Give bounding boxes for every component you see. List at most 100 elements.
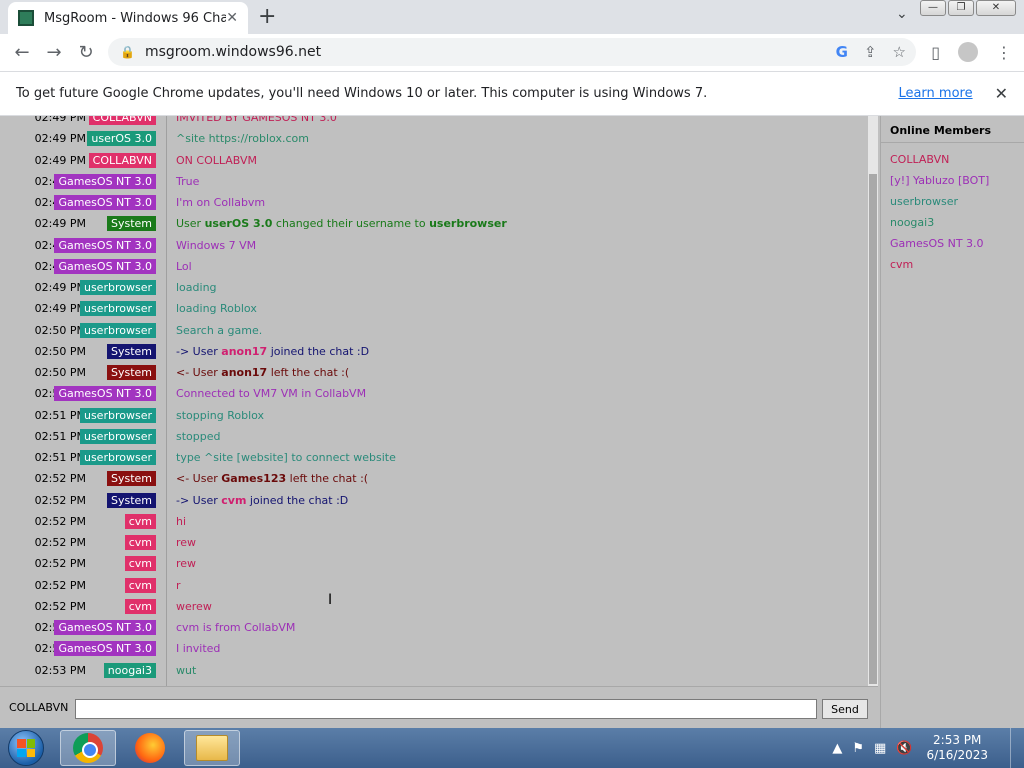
- chat-message-row: 02:49 PMGamesOS NT 3.0I'm on Collabvm: [0, 192, 868, 213]
- back-arrow-icon[interactable]: ←: [6, 42, 38, 63]
- username-badge[interactable]: GamesOS NT 3.0: [54, 195, 156, 210]
- start-button[interactable]: [8, 730, 44, 766]
- username-badge[interactable]: GamesOS NT 3.0: [54, 237, 156, 253]
- menu-kebab-icon[interactable]: ⋮: [996, 43, 1012, 62]
- message-text: Connected to VM7 VM in CollabVM: [176, 387, 367, 401]
- username-badge[interactable]: userbrowser: [79, 407, 156, 423]
- message-time: 02:51 PM: [34, 429, 86, 443]
- network-icon[interactable]: ▦: [874, 741, 886, 756]
- show-hidden-icons-icon[interactable]: ▲: [832, 741, 842, 756]
- share-icon[interactable]: ⇪: [864, 43, 877, 61]
- chat-message-row: 02:50 PM userbrowser Search a game.: [0, 320, 868, 341]
- username-badge[interactable]: GamesOS NT 3.0: [54, 386, 156, 402]
- chat-message-row: 02:49 PM COLLABVN IMVITED BY GAMESOS NT 3.…: [0, 116, 868, 128]
- username-badge[interactable]: userbrowser: [79, 322, 156, 338]
- show-desktop-button[interactable]: [1010, 728, 1024, 768]
- tab-close-icon[interactable]: ✕: [226, 10, 238, 26]
- infobar-close-icon[interactable]: ✕: [995, 84, 1008, 103]
- username-badge[interactable]: System: [106, 343, 156, 359]
- username-badge[interactable]: COLLABVN: [88, 152, 156, 168]
- username-badge[interactable]: cvm: [124, 556, 156, 572]
- message-time: 02:51 PM: [34, 451, 86, 464]
- clock-date: 6/16/2023: [926, 748, 988, 762]
- infobar-message: To get future Google Chrome updates, you…: [16, 86, 708, 101]
- send-button[interactable]: Send: [822, 699, 868, 719]
- system-tray: ▲ ⚑ ▦ 🔇 2:53 PM 6/16/2023: [832, 728, 1024, 768]
- chat-message-row: 02:52 PM cvm r: [0, 575, 868, 596]
- message-text: IMVITED BY GAMESOS NT 3.0: [176, 116, 337, 124]
- taskbar-explorer-button[interactable]: [184, 730, 240, 766]
- username-badge[interactable]: System: [106, 216, 156, 232]
- tab-search-chevron-icon[interactable]: ⌄: [896, 6, 908, 22]
- scrollbar-thumb[interactable]: [869, 174, 877, 684]
- message-time: 02:49 PM: [34, 217, 86, 231]
- forward-arrow-icon[interactable]: →: [38, 42, 70, 63]
- message-text: <- User anon17 left the chat :(: [176, 366, 349, 379]
- text-cursor-icon: I: [328, 592, 333, 608]
- chat-scrollbar[interactable]: [868, 116, 878, 686]
- window-close-icon[interactable]: ✕: [976, 0, 1016, 16]
- message-text: -> User cvm joined the chat :D: [176, 494, 348, 507]
- username-badge[interactable]: cvm: [124, 598, 156, 614]
- restore-icon[interactable]: ❐: [948, 0, 974, 16]
- message-text: loading Roblox: [176, 302, 257, 316]
- username-badge[interactable]: GamesOS NT 3.0: [54, 258, 156, 274]
- taskbar-firefox-button[interactable]: [122, 730, 178, 766]
- username-badge[interactable]: cvm: [124, 513, 156, 529]
- username-badge[interactable]: userbrowser: [79, 301, 156, 317]
- reload-icon[interactable]: ↻: [70, 42, 102, 63]
- msgroom-page: 02:49 PM COLLABVN IMVITED BY GAMESOS NT 3.…: [0, 116, 1024, 728]
- username-badge[interactable]: GamesOS NT 3.0: [54, 641, 156, 657]
- member-item[interactable]: noogai3: [890, 216, 934, 229]
- username-badge[interactable]: System: [106, 365, 156, 380]
- username-badge[interactable]: GamesOS NT 3.0: [54, 173, 156, 189]
- address-bar[interactable]: 🔒 msgroom.windows96.net G ⇪ ☆: [108, 38, 916, 66]
- current-username[interactable]: COLLABVN: [9, 701, 68, 714]
- chat-message-row: 02:49 PMGamesOS NT 3.0Windows 7 VM: [0, 235, 868, 256]
- windows-taskbar: ▲ ⚑ ▦ 🔇 2:53 PM 6/16/2023: [0, 728, 1024, 768]
- member-item[interactable]: COLLABVN: [890, 153, 949, 166]
- member-item[interactable]: userbrowser: [890, 195, 958, 208]
- new-tab-icon[interactable]: +: [258, 4, 276, 29]
- member-item[interactable]: GamesOS NT 3.0: [890, 237, 984, 250]
- chat-message-row: 02:52 PM cvm werew: [0, 596, 868, 617]
- browser-tab[interactable]: MsgRoom - Windows 96 Chat ✕: [8, 2, 248, 34]
- message-text-part: -> User: [176, 344, 222, 358]
- username-badge[interactable]: userbrowser: [79, 428, 156, 444]
- side-panel-icon[interactable]: ▯: [931, 43, 940, 62]
- chat-message-row: 02:51 PMGamesOS NT 3.0Connected to VM7 V…: [0, 383, 868, 404]
- volume-muted-icon[interactable]: 🔇: [896, 741, 912, 756]
- member-item[interactable]: [y!] Yabluzo [BOT]: [890, 174, 989, 187]
- chat-message-row: 02:49 PMGamesOS NT 3.0True: [0, 171, 868, 192]
- lock-icon[interactable]: 🔒: [120, 45, 135, 59]
- message-time: 02:51 PM: [34, 408, 86, 422]
- username-badge[interactable]: COLLABVN: [88, 116, 156, 125]
- bookmark-star-icon[interactable]: ☆: [893, 43, 906, 61]
- username-badge[interactable]: System: [106, 471, 156, 487]
- tab-title: MsgRoom - Windows 96 Chat: [44, 10, 227, 26]
- action-center-flag-icon[interactable]: ⚑: [852, 741, 864, 756]
- message-time: 02:52 PM: [34, 472, 86, 486]
- member-item[interactable]: cvm: [890, 258, 913, 271]
- message-time: 02:49 PM: [34, 281, 86, 294]
- google-lens-icon[interactable]: G: [836, 43, 848, 61]
- message-text-part: joined the chat :D: [267, 344, 370, 358]
- chrome-icon: [73, 733, 103, 763]
- windows-flag-icon: [17, 739, 35, 757]
- minimize-icon[interactable]: —: [920, 0, 946, 16]
- username-badge[interactable]: cvm: [124, 577, 156, 593]
- username-badge[interactable]: userOS 3.0: [87, 131, 156, 147]
- message-input[interactable]: [75, 699, 817, 719]
- username-badge[interactable]: GamesOS NT 3.0: [54, 620, 156, 635]
- username-badge[interactable]: cvm: [124, 535, 156, 550]
- username-badge[interactable]: noogai3: [103, 662, 156, 678]
- taskbar-chrome-button[interactable]: [60, 730, 116, 766]
- learn-more-link[interactable]: Learn more: [898, 86, 972, 101]
- username-badge[interactable]: System: [106, 492, 156, 508]
- taskbar-clock[interactable]: 2:53 PM 6/16/2023: [926, 733, 988, 763]
- profile-avatar-icon[interactable]: [958, 42, 978, 62]
- message-text: type ^site [website] to connect website: [176, 451, 396, 464]
- username-badge[interactable]: userbrowser: [79, 450, 156, 465]
- username-badge[interactable]: userbrowser: [79, 280, 156, 295]
- message-text: werew: [176, 599, 212, 613]
